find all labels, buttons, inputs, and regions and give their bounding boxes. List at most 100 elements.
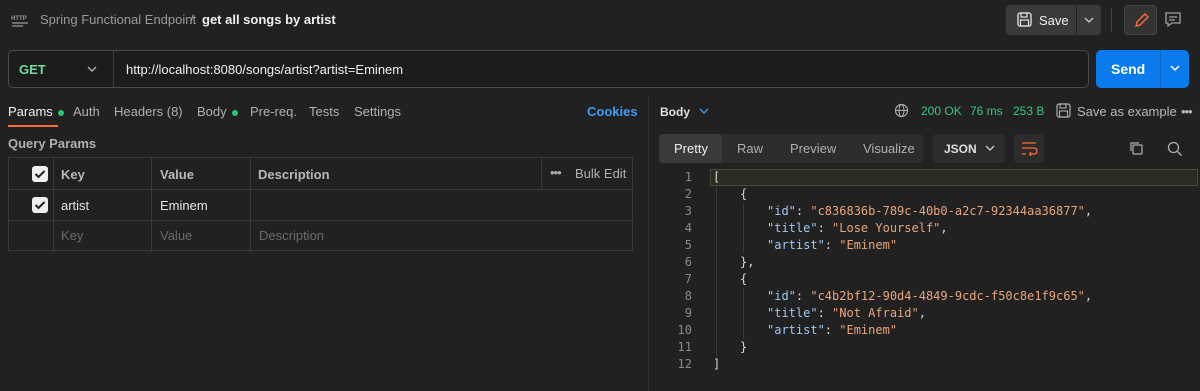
pencil-icon: [1135, 13, 1149, 27]
comments-button[interactable]: [1158, 5, 1188, 35]
json-key: "artist": [767, 238, 825, 252]
table-divider: [9, 189, 634, 190]
save-icon: [1056, 103, 1071, 118]
copy-icon[interactable]: [1129, 141, 1144, 156]
json-string: "c836836b-789c-40b0-a2c7-92344aa36877": [810, 204, 1085, 218]
line-number: 12: [677, 357, 692, 371]
line-number: 5: [684, 238, 692, 252]
table-column-divider: [151, 158, 152, 252]
code-line: },: [740, 255, 755, 269]
code-line: }: [740, 340, 748, 354]
chevron-down-icon[interactable]: [1169, 64, 1181, 74]
chevron-down-icon[interactable]: [86, 63, 98, 75]
wrap-lines-icon: [1022, 142, 1038, 157]
save-icon: [1017, 12, 1032, 27]
edit-button[interactable]: [1124, 5, 1157, 35]
line-number: 7: [684, 272, 692, 286]
code-line: "artist": "Eminem": [767, 323, 898, 337]
param-value[interactable]: Eminem: [160, 198, 208, 213]
query-params-table: Key Value Description ••• Bulk Edit arti…: [8, 157, 634, 252]
response-size[interactable]: 253 B: [1013, 104, 1044, 118]
format-select-label: JSON: [944, 142, 977, 156]
bulk-edit-button[interactable]: Bulk Edit: [575, 166, 626, 181]
header-divider: [1111, 8, 1112, 32]
indent-guide: [743, 288, 744, 339]
view-tab-raw[interactable]: Raw: [737, 141, 763, 156]
code-line: {: [740, 272, 748, 286]
tab-auth[interactable]: Auth: [73, 104, 100, 119]
send-button[interactable]: Send: [1096, 50, 1189, 88]
view-tab-visualize[interactable]: Visualize: [863, 141, 915, 156]
tab-settings[interactable]: Settings: [354, 104, 401, 119]
line-number: 1: [684, 170, 692, 184]
json-key: "title": [767, 221, 818, 235]
chevron-down-icon[interactable]: [698, 107, 710, 117]
globe-icon[interactable]: [894, 103, 909, 118]
line-number: 2: [684, 187, 692, 201]
code-line: {: [740, 187, 748, 201]
code-line: "id": "c4b2bf12-90d4-4849-9cdc-f50c8e1f9…: [767, 289, 1093, 303]
checkmark-icon: [34, 170, 46, 179]
view-tab-preview[interactable]: Preview: [790, 141, 836, 156]
breadcrumb-collection[interactable]: Spring Functional Endpoint: [40, 12, 196, 27]
select-all-checkbox[interactable]: [32, 166, 48, 182]
response-time[interactable]: 76 ms: [970, 104, 1003, 118]
line-number: 10: [677, 323, 692, 337]
tab-headers[interactable]: Headers (8): [114, 104, 183, 119]
current-line-highlight: [710, 169, 1198, 186]
code-line: [: [713, 170, 721, 184]
active-tab-indicator: [8, 125, 58, 127]
method-select[interactable]: GET: [19, 62, 46, 77]
tab-params[interactable]: Params: [8, 104, 64, 119]
tab-pre-request[interactable]: Pre-req.: [250, 104, 297, 119]
pane-divider[interactable]: [648, 96, 649, 391]
json-key: "id": [767, 289, 796, 303]
view-tab-pretty[interactable]: Pretty: [674, 141, 708, 156]
query-params-title: Query Params: [8, 136, 97, 151]
param-row-checkbox[interactable]: [32, 197, 48, 213]
table-column-divider: [250, 158, 251, 252]
save-dropdown-button[interactable]: [1077, 5, 1101, 35]
new-param-key-input[interactable]: Key: [61, 228, 83, 243]
chevron-down-icon: [985, 145, 995, 151]
params-indicator-dot: [57, 109, 64, 116]
save-as-example-button[interactable]: Save as example: [1077, 104, 1177, 119]
tab-tests[interactable]: Tests: [309, 104, 339, 119]
table-column-divider: [541, 158, 542, 189]
chevron-down-icon: [1084, 17, 1094, 23]
url-divider: [113, 51, 114, 87]
code-line: "title": "Lose Yourself",: [767, 221, 948, 235]
code-line: "artist": "Eminem": [767, 238, 898, 252]
more-options-icon[interactable]: •••: [550, 165, 562, 180]
tab-body[interactable]: Body: [197, 104, 238, 119]
indent-guide: [743, 203, 744, 254]
new-param-description-input[interactable]: Description: [259, 228, 324, 243]
line-number: 11: [677, 340, 692, 354]
json-key: "artist": [767, 323, 825, 337]
json-string: "Eminem": [839, 323, 898, 337]
send-button-label: Send: [1111, 61, 1146, 77]
save-button[interactable]: Save: [1006, 5, 1076, 35]
line-number: 4: [684, 221, 692, 235]
new-param-value-input[interactable]: Value: [160, 228, 192, 243]
format-select[interactable]: JSON: [933, 134, 1005, 163]
indent-guide: [716, 186, 717, 356]
send-divider: [1160, 50, 1161, 88]
param-key[interactable]: artist: [61, 198, 89, 213]
tab-body-label: Body: [197, 104, 227, 119]
line-number: 6: [684, 255, 692, 269]
json-key: "id": [767, 204, 796, 218]
response-body-label[interactable]: Body: [660, 105, 690, 119]
column-header-description: Description: [258, 167, 330, 182]
request-title[interactable]: get all songs by artist: [202, 12, 336, 27]
more-options-icon[interactable]: •••: [1181, 104, 1193, 119]
code-line: "id": "c836836b-789c-40b0-a2c7-92344aa36…: [767, 204, 1093, 218]
cookies-link[interactable]: Cookies: [587, 104, 638, 119]
table-divider: [9, 220, 634, 221]
json-string: "Eminem": [839, 238, 898, 252]
response-status[interactable]: 200 OK: [921, 104, 962, 118]
search-icon[interactable]: [1167, 141, 1183, 157]
url-input[interactable]: http://localhost:8080/songs/artist?artis…: [126, 62, 403, 77]
code-line: "title": "Not Afraid",: [767, 306, 926, 320]
wrap-lines-button[interactable]: [1014, 134, 1044, 163]
